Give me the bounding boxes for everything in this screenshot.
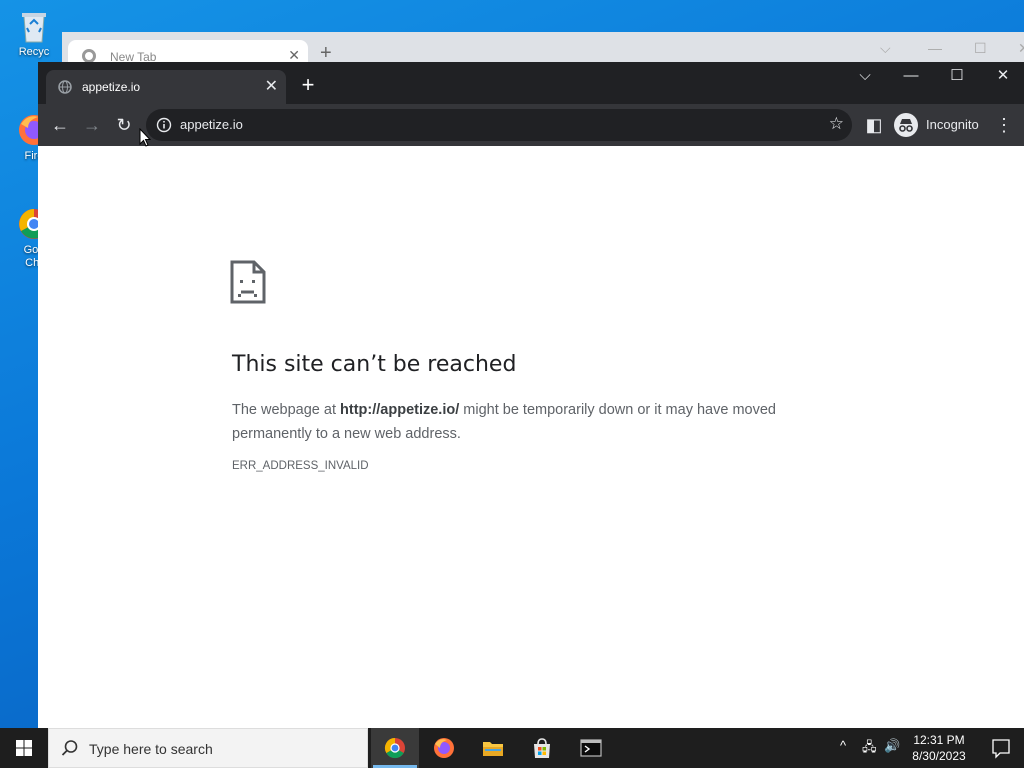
- error-url: http://appetize.io/: [340, 402, 460, 418]
- info-icon[interactable]: [156, 117, 172, 133]
- url-text[interactable]: appetize.io: [180, 117, 243, 132]
- menu-kebab-icon[interactable]: ⋮: [990, 112, 1018, 140]
- notification-center-button[interactable]: [978, 728, 1024, 768]
- show-hidden-icons-chevron[interactable]: ^: [840, 738, 846, 753]
- taskbar-search-box[interactable]: Type here to search: [48, 728, 368, 768]
- desktop-icon-recycle-bin[interactable]: Recyc: [4, 8, 64, 59]
- store-bag-icon: [534, 738, 550, 758]
- start-button[interactable]: [0, 728, 48, 768]
- minimize-button[interactable]: —: [888, 62, 934, 92]
- taskbar-app-terminal[interactable]: [567, 728, 615, 768]
- recycle-bin-icon: [22, 13, 46, 43]
- forward-button[interactable]: →: [78, 112, 106, 140]
- side-panel-icon[interactable]: ◧: [860, 112, 888, 140]
- close-window-button[interactable]: ✕: [980, 62, 1024, 92]
- new-tab-button[interactable]: +: [296, 74, 320, 98]
- clock-date: 8/30/2023: [912, 749, 966, 763]
- browser-toolbar: ← → ↻ appetize.io ☆ ◧ Incognito ⋮: [38, 104, 1024, 146]
- taskbar-app-chrome[interactable]: [371, 728, 419, 768]
- minimize-icon[interactable]: —: [928, 40, 942, 56]
- tab-title: appetize.io: [82, 80, 141, 94]
- error-description: The webpage at http://appetize.io/ might…: [232, 398, 852, 446]
- google-chrome-icon: [384, 737, 405, 759]
- mouse-cursor-icon: [139, 128, 151, 147]
- taskbar-app-microsoft-store[interactable]: [518, 728, 566, 768]
- network-icon[interactable]: 🖧: [862, 738, 877, 760]
- error-title: This site can’t be reached: [232, 352, 517, 377]
- taskbar-app-file-explorer[interactable]: [469, 728, 517, 768]
- notification-icon: [992, 739, 1010, 759]
- tab-strip: appetize.io ✕ + ⌵ — ☐ ✕: [38, 62, 1024, 104]
- error-code: ERR_ADDRESS_INVALID: [232, 460, 369, 472]
- reload-button[interactable]: ↻: [110, 112, 138, 140]
- address-bar[interactable]: appetize.io ☆: [146, 109, 852, 141]
- desktop-icon-label: Recyc: [18, 46, 50, 58]
- back-button[interactable]: ←: [46, 112, 74, 140]
- bookmark-star-icon[interactable]: ☆: [829, 114, 844, 134]
- error-page: This site can’t be reached The webpage a…: [38, 146, 1024, 728]
- close-icon[interactable]: ✕: [265, 76, 278, 96]
- chevron-down-icon[interactable]: ⌵: [842, 62, 888, 92]
- taskbar-clock[interactable]: 12:31 PM 8/30/2023: [900, 732, 978, 764]
- chevron-down-icon[interactable]: ⌵: [880, 40, 891, 57]
- taskbar: Type here to search ^ 🖧 🔊 12:31 PM 8/30/…: [0, 728, 1024, 768]
- volume-icon[interactable]: 🔊: [884, 738, 900, 754]
- sad-document-icon: [230, 260, 266, 304]
- background-new-tab-button[interactable]: +: [320, 43, 332, 63]
- clock-time: 12:31 PM: [913, 733, 965, 747]
- error-description-prefix: The webpage at: [232, 402, 341, 418]
- search-icon: [61, 740, 78, 756]
- close-icon[interactable]: ✕: [1018, 40, 1024, 57]
- firefox-icon: [434, 738, 454, 758]
- maximize-button[interactable]: ☐: [934, 62, 980, 92]
- windows-logo-icon: [16, 740, 32, 756]
- tab-appetize[interactable]: appetize.io ✕: [46, 70, 286, 104]
- globe-icon: [58, 80, 72, 94]
- maximize-icon[interactable]: ☐: [974, 40, 987, 57]
- chrome-tab-icon: [82, 49, 96, 63]
- terminal-icon: [580, 739, 602, 757]
- search-placeholder: Type here to search: [89, 741, 213, 757]
- incognito-icon: [894, 113, 918, 137]
- browser-window: appetize.io ✕ + ⌵ — ☐ ✕ ← → ↻ appetize.i…: [38, 62, 1024, 728]
- incognito-label: Incognito: [926, 117, 979, 132]
- taskbar-app-firefox[interactable]: [420, 728, 468, 768]
- folder-icon: [483, 742, 503, 756]
